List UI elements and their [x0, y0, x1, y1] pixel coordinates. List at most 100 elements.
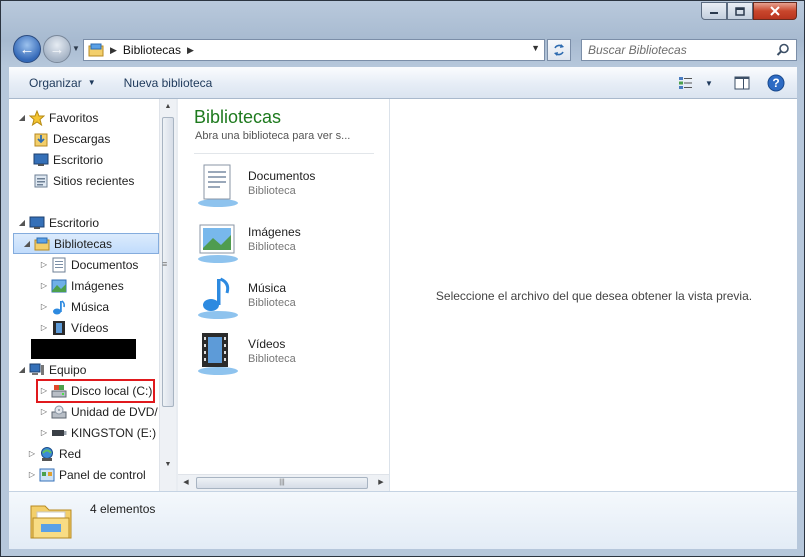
music-icon	[51, 299, 67, 315]
back-arrow-icon: ←	[19, 40, 35, 58]
forward-arrow-icon: →	[49, 40, 65, 58]
library-item-videos[interactable]: Vídeos Biblioteca	[194, 327, 384, 377]
preview-pane-button[interactable]	[731, 73, 753, 93]
navpane-vertical-scrollbar[interactable]: ▲ ▼	[159, 99, 176, 491]
scrollbar-thumb[interactable]: |||	[196, 477, 368, 489]
scroll-up-arrow-icon[interactable]: ▲	[160, 99, 176, 115]
recent-places-icon	[33, 173, 49, 189]
tree-item-unidad-dvd[interactable]: ▷ Unidad de DVD/	[39, 401, 176, 422]
search-input[interactable]	[582, 40, 772, 60]
scroll-left-arrow-icon[interactable]: ◀	[178, 475, 194, 491]
back-button[interactable]: ←	[13, 35, 41, 63]
redacted-item	[31, 339, 136, 359]
breadcrumb-arrow-icon[interactable]: ▶	[110, 45, 117, 56]
library-item-musica[interactable]: Música Biblioteca	[194, 271, 384, 321]
preview-pane-icon	[734, 76, 750, 90]
star-icon	[29, 109, 45, 126]
tree-item-red[interactable]: ▷ Red	[27, 443, 176, 464]
tree-item-sitios-recientes[interactable]: Sitios recientes	[31, 170, 176, 191]
help-button[interactable]: ?	[765, 73, 787, 93]
maximize-icon	[735, 6, 745, 16]
item-count: 4 elementos	[90, 502, 156, 516]
expand-arrow-icon[interactable]: ▷	[39, 323, 49, 332]
navigation-pane: ◢ Favoritos Descargas Escritorio Sitios …	[9, 99, 176, 491]
documents-library-icon	[198, 164, 238, 207]
view-options-dropdown[interactable]: ▼	[703, 73, 715, 93]
page-subtitle: Abra una biblioteca para ver s...	[195, 130, 351, 142]
library-horizontal-scrollbar[interactable]: ◀ ||| ▶	[178, 474, 389, 491]
scrollbar-grip-icon: ≡	[162, 259, 168, 269]
caption-buttons	[701, 2, 797, 20]
expand-arrow-icon[interactable]: ▷	[39, 260, 49, 269]
pictures-icon	[51, 278, 67, 294]
tree-item-descargas[interactable]: Descargas	[31, 128, 176, 149]
breadcrumb-bibliotecas[interactable]: Bibliotecas	[123, 43, 181, 57]
search-icon[interactable]	[776, 43, 790, 57]
desktop-icon	[29, 215, 45, 231]
tree-item-videos[interactable]: ▷ Vídeos	[39, 317, 176, 338]
breadcrumb-arrow-icon[interactable]: ▶	[187, 45, 194, 56]
divider	[194, 153, 374, 154]
library-type: Biblioteca	[248, 353, 296, 365]
collapse-arrow-icon[interactable]: ◢	[17, 365, 27, 374]
organize-button[interactable]: Organizar ▼	[19, 76, 106, 90]
refresh-button[interactable]	[547, 39, 571, 61]
close-icon	[770, 6, 780, 16]
tree-item-musica[interactable]: ▷ Música	[39, 296, 176, 317]
change-view-button[interactable]	[675, 73, 697, 93]
tree-item-bibliotecas[interactable]: ◢ Bibliotecas	[13, 233, 159, 254]
library-pane: Bibliotecas Abra una biblioteca para ver…	[178, 99, 390, 491]
search-box[interactable]	[581, 39, 797, 61]
library-type: Biblioteca	[248, 185, 296, 197]
library-type: Biblioteca	[248, 241, 296, 253]
tree-item-escritorio-fav[interactable]: Escritorio	[31, 149, 176, 170]
tree-item-escritorio[interactable]: ◢ Escritorio	[17, 212, 167, 233]
view-controls: ▼ ?	[675, 73, 787, 93]
address-bar[interactable]: ▶ Bibliotecas ▶ ▼	[83, 39, 545, 61]
tree-item-documentos[interactable]: ▷ Documentos	[39, 254, 176, 275]
forward-button[interactable]: →	[43, 35, 71, 63]
dvd-drive-icon	[51, 404, 67, 420]
close-button[interactable]	[753, 2, 797, 20]
library-name: Música	[248, 281, 287, 295]
tree-item-panel-de-control[interactable]: ▷ Panel de control	[27, 464, 176, 485]
expand-arrow-icon[interactable]: ▷	[39, 302, 49, 311]
address-dropdown-icon[interactable]: ▼	[531, 43, 540, 53]
expand-arrow-icon[interactable]: ▷	[39, 428, 49, 437]
tree-item-favoritos[interactable]: ◢ Favoritos	[17, 107, 167, 128]
collapse-arrow-icon[interactable]: ◢	[17, 113, 27, 122]
expand-arrow-icon[interactable]: ▷	[27, 470, 37, 479]
tree-item-kingston-e[interactable]: ▷ KINGSTON (E:)	[39, 422, 176, 443]
minimize-button[interactable]	[701, 2, 727, 20]
maximize-button[interactable]	[727, 2, 753, 20]
preview-message: Seleccione el archivo del que desea obte…	[435, 289, 753, 303]
library-name: Vídeos	[248, 337, 286, 351]
content-area: ◢ Favoritos Descargas Escritorio Sitios …	[9, 99, 797, 491]
tree-item-imagenes[interactable]: ▷ Imágenes	[39, 275, 176, 296]
help-icon: ?	[767, 74, 785, 92]
computer-icon	[29, 362, 45, 378]
desktop-icon	[33, 152, 49, 168]
preview-pane: Seleccione el archivo del que desea obte…	[391, 99, 797, 491]
scroll-down-arrow-icon[interactable]: ▼	[160, 457, 176, 473]
view-details-icon	[679, 77, 692, 89]
collapse-arrow-icon[interactable]: ◢	[17, 218, 27, 227]
expand-arrow-icon[interactable]: ▷	[27, 449, 37, 458]
expand-arrow-icon[interactable]: ▷	[39, 407, 49, 416]
library-item-documentos[interactable]: Documentos Biblioteca	[194, 159, 384, 209]
library-item-imagenes[interactable]: Imágenes Biblioteca	[194, 215, 384, 265]
organize-label: Organizar	[29, 75, 82, 90]
tree-item-equipo[interactable]: ◢ Equipo	[17, 359, 167, 380]
videos-library-icon	[198, 333, 238, 375]
libraries-folder-icon	[30, 505, 72, 539]
svg-text:?: ?	[772, 76, 779, 90]
documents-icon	[51, 257, 67, 273]
expand-arrow-icon[interactable]: ▷	[39, 281, 49, 290]
new-library-button[interactable]: Nueva biblioteca	[114, 76, 223, 90]
scroll-right-arrow-icon[interactable]: ▶	[373, 475, 389, 491]
explorer-window: ← → ▼ ▶ Bibliotecas ▶ ▼ Organizar ▼ Nuev…	[0, 0, 805, 557]
control-panel-icon	[39, 467, 55, 483]
pictures-library-icon	[198, 224, 238, 263]
recent-pages-dropdown[interactable]: ▼	[72, 44, 80, 53]
collapse-arrow-icon[interactable]: ◢	[22, 239, 32, 248]
